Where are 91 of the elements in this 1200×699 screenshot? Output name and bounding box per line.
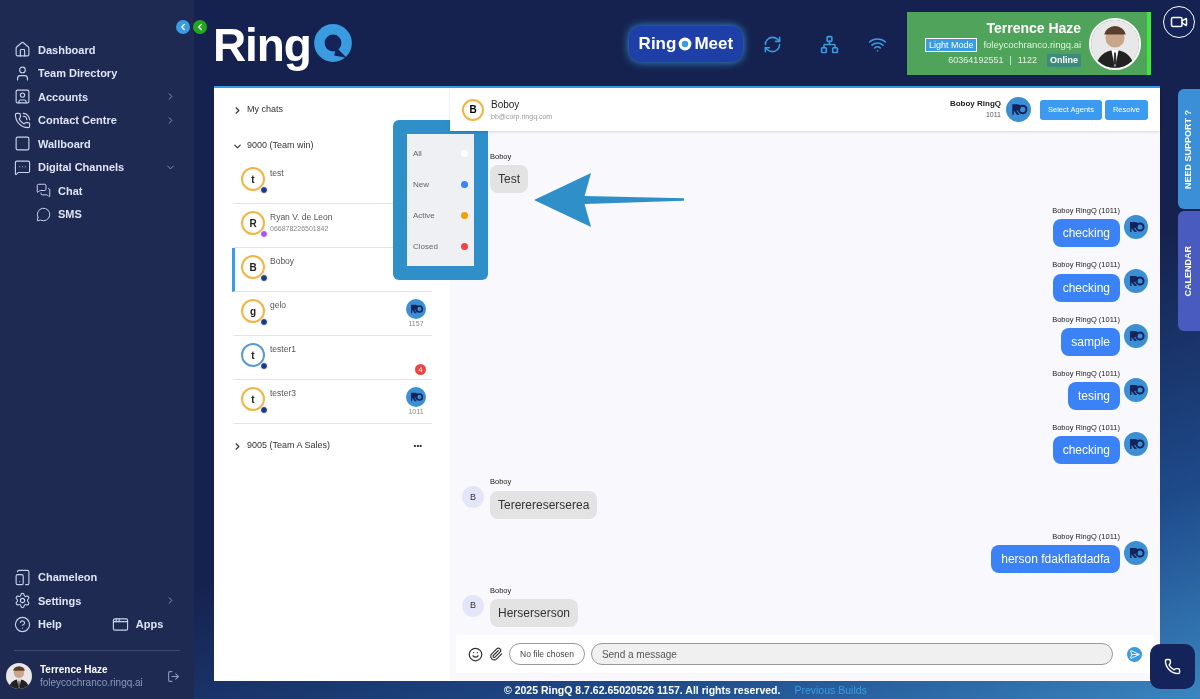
agent-avatar-icon (406, 299, 426, 320)
logout-icon[interactable] (167, 669, 180, 683)
extension: 1122 (1017, 53, 1038, 67)
nav-subitem[interactable]: Chat (14, 181, 180, 201)
copyright: © 2025 RingQ 8.7.62.65020526 1157. All rights reserved. (504, 682, 781, 698)
group-title[interactable]: 9005 (Team A Sales) (247, 439, 410, 453)
nav-item[interactable]: Dashboard (14, 40, 180, 60)
emoji-icon[interactable] (468, 646, 483, 662)
speech-bubble-icon (677, 36, 694, 52)
nav-item[interactable]: Digital Channels (14, 157, 180, 177)
settings-icon (14, 592, 31, 610)
contact-avatar: B (462, 486, 484, 509)
nav-item[interactable]: Help (14, 615, 62, 633)
contact-name: Boboy (270, 255, 295, 268)
contact-avatar: B (462, 594, 484, 617)
nav-item[interactable]: Wallboard (14, 134, 180, 154)
message-input[interactable]: Send a message (590, 643, 1113, 666)
contact-avatar: t (241, 387, 265, 412)
wifi-icon[interactable] (868, 35, 888, 54)
contact-avatar: g (241, 299, 265, 324)
separator: | (1009, 53, 1012, 67)
nav-subitem[interactable]: SMS (14, 204, 180, 224)
message-bubble: Test (490, 165, 528, 194)
contact-avatar: B (241, 255, 265, 280)
collapse-button[interactable] (193, 20, 207, 34)
profile-name: Terrence Haze (986, 19, 1082, 37)
person-icon (14, 64, 31, 82)
window-icon (111, 615, 129, 633)
message-bubble: checking (1052, 436, 1120, 465)
send-icon[interactable] (1127, 646, 1142, 662)
group-title[interactable]: My chats (247, 103, 432, 117)
agent-avatar-icon (1124, 323, 1148, 348)
speech-bubble-icon (311, 22, 354, 64)
chat-bubbles-icon (36, 183, 51, 199)
nav-item[interactable]: Contact Centre (14, 110, 180, 130)
contact-avatar: B (462, 98, 484, 121)
message-bubble: Herserserson (490, 599, 579, 628)
nav-item[interactable]: Settings (14, 591, 180, 611)
video-call-button[interactable] (1163, 6, 1196, 38)
message-icon (36, 206, 51, 222)
chat-icon (14, 158, 31, 176)
contact-card-icon (14, 88, 31, 106)
contact-name: Ryan V. de Leon (270, 211, 333, 224)
contact-avatar: R (241, 211, 265, 236)
refresh-icon[interactable] (763, 35, 783, 54)
agent-avatar-icon (1124, 215, 1148, 240)
nav-item[interactable]: Team Directory (14, 63, 180, 83)
phone-icon (14, 111, 31, 129)
user-email: foleycochranco.ringq.ai (40, 676, 144, 689)
home-icon (14, 41, 31, 59)
message-bubble: sample (1061, 327, 1120, 356)
status-badge: Online (1047, 53, 1082, 68)
message-bubble: tesing (1067, 382, 1120, 411)
nav-item[interactable]: Accounts (14, 87, 180, 107)
agent-avatar-icon (1124, 377, 1148, 402)
agent-avatar-icon (406, 387, 426, 408)
agent-avatar-icon (1124, 269, 1148, 294)
contact-avatar: t (241, 167, 265, 192)
contact-name: tester3 (270, 387, 296, 400)
help-icon (14, 615, 31, 633)
contact-name: Boboy (491, 97, 521, 112)
attachment-icon[interactable] (489, 647, 503, 662)
legend-label: Active (413, 209, 435, 222)
nav-item[interactable]: Chameleon (14, 567, 180, 587)
legend-label: New (413, 178, 429, 191)
more-button[interactable]: ••• (413, 440, 422, 453)
agent-name: Boboy RingQ (949, 98, 1001, 111)
agent-avatar-icon (1124, 540, 1148, 565)
message-bubble: checking (1052, 273, 1120, 302)
legend-label: All (413, 147, 422, 160)
logo: Ring (213, 20, 354, 70)
contact-name: test (270, 167, 284, 180)
contact-avatar: t (241, 343, 265, 368)
user-name: Terrence Haze (40, 663, 109, 676)
meet-logo[interactable]: Ring Meet (628, 26, 744, 62)
phone-button[interactable] (1150, 644, 1195, 689)
agent-avatar-icon (1124, 432, 1148, 457)
phone-icon (1164, 658, 1181, 675)
square-icon (14, 135, 31, 153)
phone-number: 60364192551 (948, 53, 1004, 67)
message-bubble: checking (1052, 219, 1120, 248)
side-tab[interactable]: CALENDAR (1178, 211, 1200, 332)
message-bubble: Tererereserserea (490, 490, 598, 519)
tablet-icon (14, 568, 31, 586)
contact-name: gelo (270, 299, 287, 312)
network-icon[interactable] (820, 35, 840, 54)
contact-name: tester1 (270, 343, 296, 356)
profile-email: foleycochranco.ringq.ai (983, 37, 1082, 52)
nav-item[interactable]: Apps (111, 615, 164, 633)
agent-avatar-icon (1006, 97, 1031, 123)
message-bubble: herson fdakflafdadfa (991, 544, 1120, 573)
